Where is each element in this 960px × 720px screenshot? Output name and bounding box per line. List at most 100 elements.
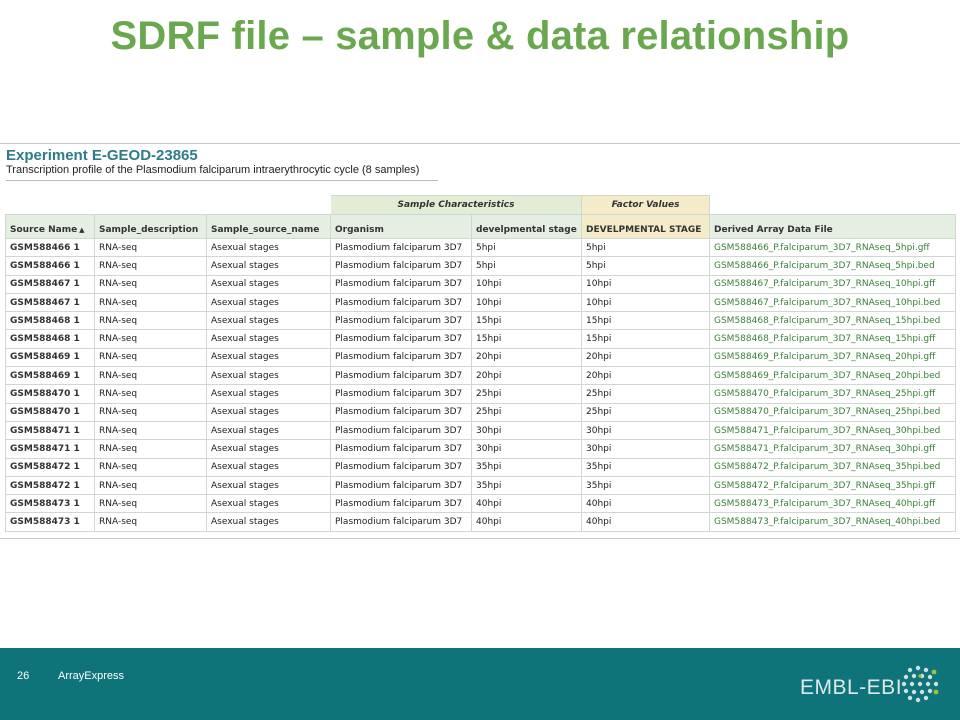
source-name-cell: GSM588471 1 (5, 439, 95, 459)
data-file-link[interactable]: GSM588466_P.falciparum_3D7_RNAseq_5hpi.b… (709, 256, 956, 276)
data-file-link[interactable]: GSM588467_P.falciparum_3D7_RNAseq_10hpi.… (709, 292, 956, 313)
group-sample-characteristics: Sample Characteristics (330, 195, 582, 215)
table-row: GSM588473 1 RNA-seq Asexual stages Plasmodi… (5, 494, 956, 514)
sample-description-cell: RNA-seq (94, 512, 207, 532)
organism-cell: Plasmodium falciparum 3D7 (330, 457, 472, 477)
organism-cell: Plasmodium falciparum 3D7 (330, 420, 472, 441)
data-file-link[interactable]: GSM588473_P.falciparum_3D7_RNAseq_40hpi.… (709, 512, 956, 532)
developmental-stage-cell: 40hpi (471, 494, 582, 514)
sample-description-cell: RNA-seq (94, 439, 207, 459)
source-name-cell: GSM588468 1 (5, 329, 95, 349)
table-row: GSM588470 1 RNA-seq Asexual stages Plasmodi… (5, 384, 956, 404)
data-file-link[interactable]: GSM588466_P.falciparum_3D7_RNAseq_5hpi.g… (709, 237, 956, 258)
developmental-stage-factor-cell: 35hpi (581, 457, 710, 477)
developmental-stage-cell: 25hpi (471, 402, 582, 422)
organism-cell: Plasmodium falciparum 3D7 (330, 256, 472, 276)
developmental-stage-factor-cell: 40hpi (581, 512, 710, 532)
organism-cell: Plasmodium falciparum 3D7 (330, 512, 472, 532)
table-row: GSM588467 1 RNA-seq Asexual stages Plasmodi… (5, 274, 956, 294)
sample-description-cell: RNA-seq (94, 475, 207, 496)
organism-cell: Plasmodium falciparum 3D7 (330, 384, 472, 404)
developmental-stage-cell: 40hpi (471, 512, 582, 532)
table-row: GSM588466 1 RNA-seq Asexual stages Plasmodi… (5, 237, 956, 258)
embl-ebi-logo-icon (901, 665, 939, 703)
sample-source-name-cell: Asexual stages (206, 512, 331, 532)
source-name-cell: GSM588472 1 (5, 457, 95, 477)
developmental-stage-cell: 30hpi (471, 439, 582, 459)
sample-description-cell: RNA-seq (94, 292, 207, 313)
sample-source-name-cell: Asexual stages (206, 366, 331, 386)
data-file-link[interactable]: GSM588470_P.falciparum_3D7_RNAseq_25hpi.… (709, 402, 956, 422)
data-file-link[interactable]: GSM588468_P.falciparum_3D7_RNAseq_15hpi.… (709, 311, 956, 331)
col-source-name[interactable]: Source Name ▲ (5, 214, 95, 239)
data-file-link[interactable]: GSM588470_P.falciparum_3D7_RNAseq_25hpi.… (709, 384, 956, 404)
col-derived-array-data-file[interactable]: Derived Array Data File (709, 214, 956, 239)
organism-cell: Plasmodium falciparum 3D7 (330, 475, 472, 496)
sample-source-name-cell: Asexual stages (206, 494, 331, 514)
organism-cell: Plasmodium falciparum 3D7 (330, 366, 472, 386)
organism-cell: Plasmodium falciparum 3D7 (330, 274, 472, 294)
sample-source-name-cell: Asexual stages (206, 311, 331, 331)
sample-description-cell: RNA-seq (94, 402, 207, 422)
col-source-name-label: Source Name (10, 225, 78, 235)
source-name-cell: GSM588468 1 (5, 311, 95, 331)
sample-source-name-cell: Asexual stages (206, 274, 331, 294)
sdrf-table: Sample Characteristics Factor Values Sou… (5, 195, 956, 532)
sample-description-cell: RNA-seq (94, 420, 207, 441)
developmental-stage-factor-cell: 35hpi (581, 475, 710, 496)
sample-source-name-cell: Asexual stages (206, 384, 331, 404)
organism-cell: Plasmodium falciparum 3D7 (330, 494, 472, 514)
sdrf-table-body: GSM588466 1 RNA-seq Asexual stages Plasmodi… (5, 237, 956, 532)
data-file-link[interactable]: GSM588471_P.falciparum_3D7_RNAseq_30hpi.… (709, 439, 956, 459)
data-file-link[interactable]: GSM588473_P.falciparum_3D7_RNAseq_40hpi.… (709, 494, 956, 514)
sample-source-name-cell: Asexual stages (206, 402, 331, 422)
sample-description-cell: RNA-seq (94, 457, 207, 477)
source-name-cell: GSM588469 1 (5, 347, 95, 368)
sample-source-name-cell: Asexual stages (206, 420, 331, 441)
sample-source-name-cell: Asexual stages (206, 292, 331, 313)
developmental-stage-cell: 25hpi (471, 384, 582, 404)
table-row: GSM588469 1 RNA-seq Asexual stages Plasmodi… (5, 366, 956, 386)
col-developmental-stage[interactable]: develpmental stage (471, 214, 582, 239)
table-row: GSM588470 1 RNA-seq Asexual stages Plasmodi… (5, 402, 956, 422)
developmental-stage-cell: 5hpi (471, 256, 582, 276)
developmental-stage-factor-cell: 5hpi (581, 256, 710, 276)
sort-ascending-icon[interactable]: ▲ (79, 226, 84, 234)
developmental-stage-cell: 5hpi (471, 237, 582, 258)
data-file-link[interactable]: GSM588471_P.falciparum_3D7_RNAseq_30hpi.… (709, 420, 956, 441)
col-organism[interactable]: Organism (330, 214, 472, 239)
sample-description-cell: RNA-seq (94, 256, 207, 276)
developmental-stage-factor-cell: 30hpi (581, 439, 710, 459)
source-name-cell: GSM588472 1 (5, 475, 95, 496)
table-row: GSM588469 1 RNA-seq Asexual stages Plasmodi… (5, 347, 956, 368)
col-developmental-stage-factor[interactable]: DEVELPMENTAL STAGE (581, 214, 710, 239)
column-header-row: Source Name ▲ Sample_description Sample_s… (5, 214, 956, 239)
data-file-link[interactable]: GSM588472_P.falciparum_3D7_RNAseq_35hpi.… (709, 475, 956, 496)
sample-description-cell: RNA-seq (94, 494, 207, 514)
developmental-stage-factor-cell: 20hpi (581, 366, 710, 386)
source-name-cell: GSM588466 1 (5, 237, 95, 258)
table-row: GSM588473 1 RNA-seq Asexual stages Plasmodi… (5, 512, 956, 532)
data-file-link[interactable]: GSM588469_P.falciparum_3D7_RNAseq_20hpi.… (709, 366, 956, 386)
col-sample-source-name[interactable]: Sample_source_name (206, 214, 331, 239)
developmental-stage-cell: 10hpi (471, 292, 582, 313)
developmental-stage-cell: 15hpi (471, 311, 582, 331)
organism-cell: Plasmodium falciparum 3D7 (330, 292, 472, 313)
data-file-link[interactable]: GSM588467_P.falciparum_3D7_RNAseq_10hpi.… (709, 274, 956, 294)
data-file-link[interactable]: GSM588469_P.falciparum_3D7_RNAseq_20hpi.… (709, 347, 956, 368)
sample-description-cell: RNA-seq (94, 384, 207, 404)
sample-description-cell: RNA-seq (94, 237, 207, 258)
developmental-stage-cell: 35hpi (471, 457, 582, 477)
developmental-stage-factor-cell: 10hpi (581, 274, 710, 294)
footer-label: ArrayExpress (58, 670, 125, 682)
data-file-link[interactable]: GSM588468_P.falciparum_3D7_RNAseq_15hpi.… (709, 329, 956, 349)
data-file-link[interactable]: GSM588472_P.falciparum_3D7_RNAseq_35hpi.… (709, 457, 956, 477)
sample-description-cell: RNA-seq (94, 274, 207, 294)
developmental-stage-cell: 20hpi (471, 366, 582, 386)
developmental-stage-factor-cell: 15hpi (581, 329, 710, 349)
sample-source-name-cell: Asexual stages (206, 457, 331, 477)
experiment-divider (6, 180, 438, 181)
sdrf-screenshot: Experiment E-GEOD-23865 Transcription pr… (0, 143, 960, 539)
col-sample-description[interactable]: Sample_description (94, 214, 207, 239)
table-row: GSM588472 1 RNA-seq Asexual stages Plasmodi… (5, 475, 956, 496)
